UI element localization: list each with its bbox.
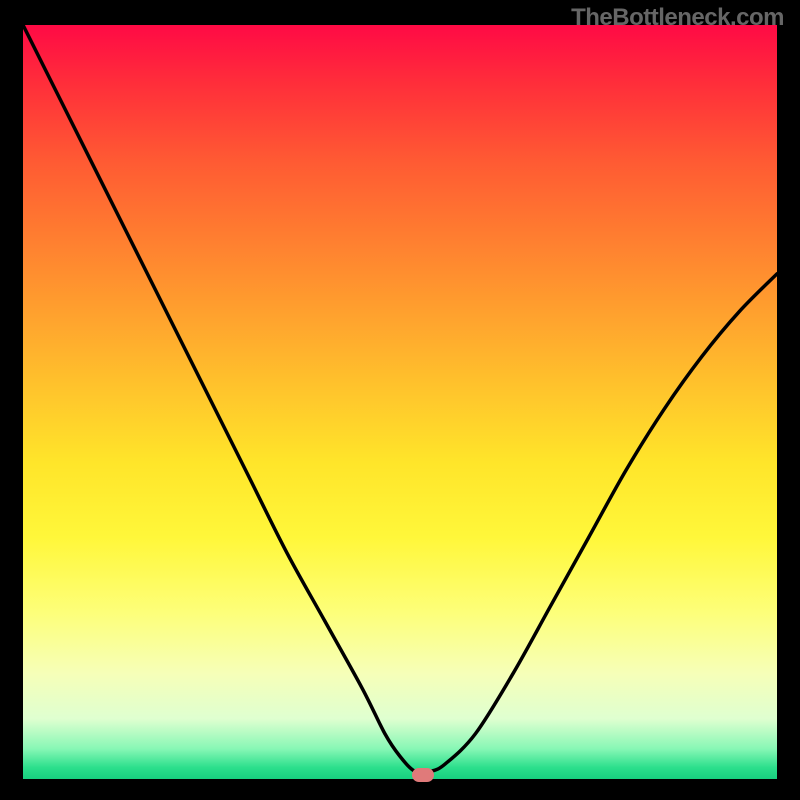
chart-frame: TheBottleneck.com <box>0 0 800 800</box>
curve-svg <box>23 25 777 779</box>
optimum-marker <box>412 768 434 782</box>
bottleneck-curve-path <box>23 25 777 773</box>
plot-area <box>23 25 777 779</box>
